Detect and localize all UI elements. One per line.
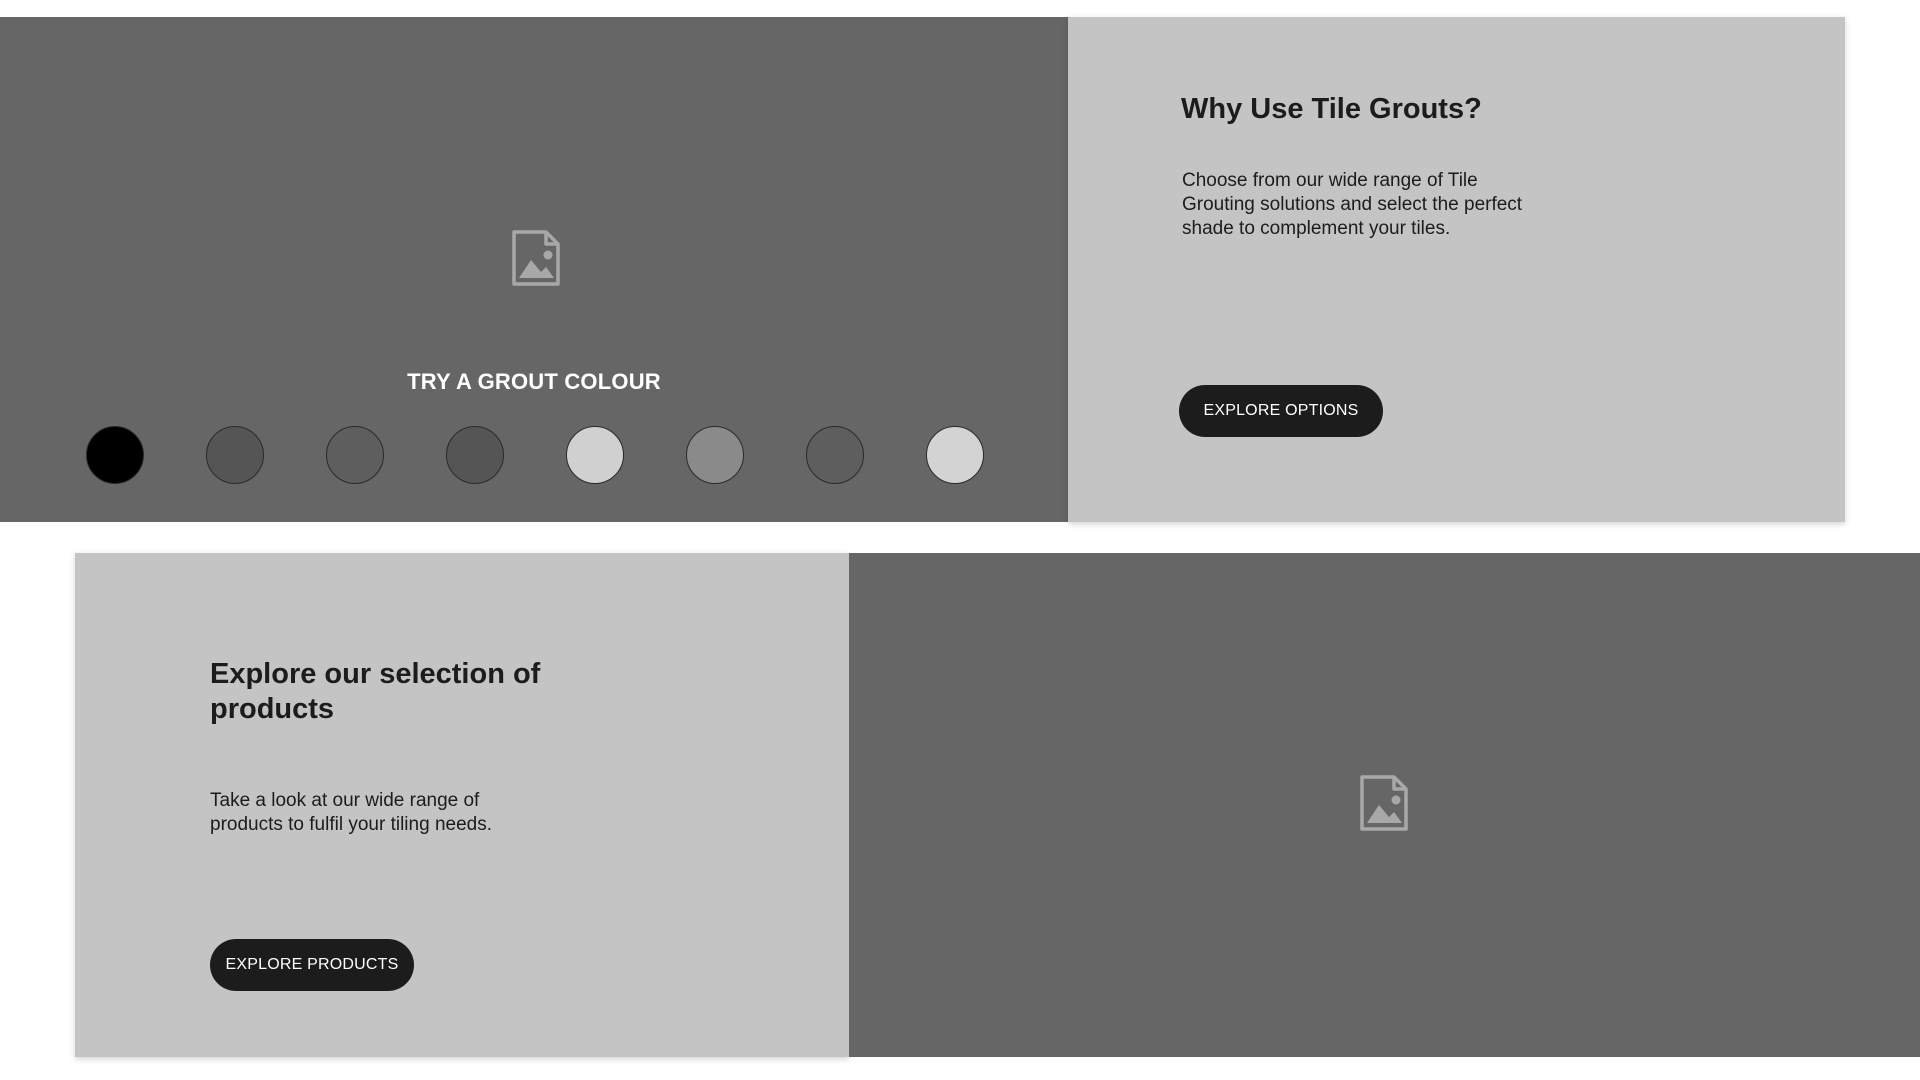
explore-products-button[interactable]: EXPLORE PRODUCTS — [210, 939, 414, 991]
tile-grouts-info-panel: Why Use Tile Grouts? Choose from our wid… — [1068, 17, 1845, 522]
image-placeholder-icon — [510, 228, 562, 288]
section-heading: Explore our selection of products — [210, 657, 610, 727]
section-heading: Why Use Tile Grouts? — [1181, 93, 1482, 125]
description-line: Choose from our wide range of Tile — [1182, 170, 1478, 191]
grout-swatch-3[interactable] — [326, 426, 384, 484]
grout-swatch-1[interactable] — [86, 426, 144, 484]
explore-options-button[interactable]: EXPLORE OPTIONS — [1179, 385, 1383, 437]
grout-swatch-2[interactable] — [206, 426, 264, 484]
grout-colour-title: TRY A GROUT COLOUR — [407, 369, 661, 394]
description-line: Grouting solutions and select the perfec… — [1182, 194, 1523, 215]
grout-preview-panel: TRY A GROUT COLOUR — [0, 17, 1068, 522]
description-line: Take a look at our wide range of — [210, 790, 480, 811]
description-line: products to fulfil your tiling needs. — [210, 814, 492, 835]
products-info-panel: Explore our selection of products Take a… — [75, 553, 849, 1057]
section-description: Choose from our wide range of Tile Grout… — [1182, 169, 1602, 241]
section-description: Take a look at our wide range of product… — [210, 789, 570, 837]
grout-swatch-6[interactable] — [686, 426, 744, 484]
grout-swatch-5[interactable] — [566, 426, 624, 484]
grout-swatch-4[interactable] — [446, 426, 504, 484]
heading-line: products — [210, 693, 335, 725]
products-image-panel — [849, 553, 1920, 1057]
grout-swatch-8[interactable] — [926, 426, 984, 484]
description-line: shade to complement your tiles. — [1182, 218, 1451, 239]
heading-line: Explore our selection of — [210, 658, 541, 690]
image-placeholder-icon — [1358, 773, 1410, 833]
page: TRY A GROUT COLOUR Why Use Tile Grouts? … — [0, 0, 1920, 1080]
grout-swatch-7[interactable] — [806, 426, 864, 484]
